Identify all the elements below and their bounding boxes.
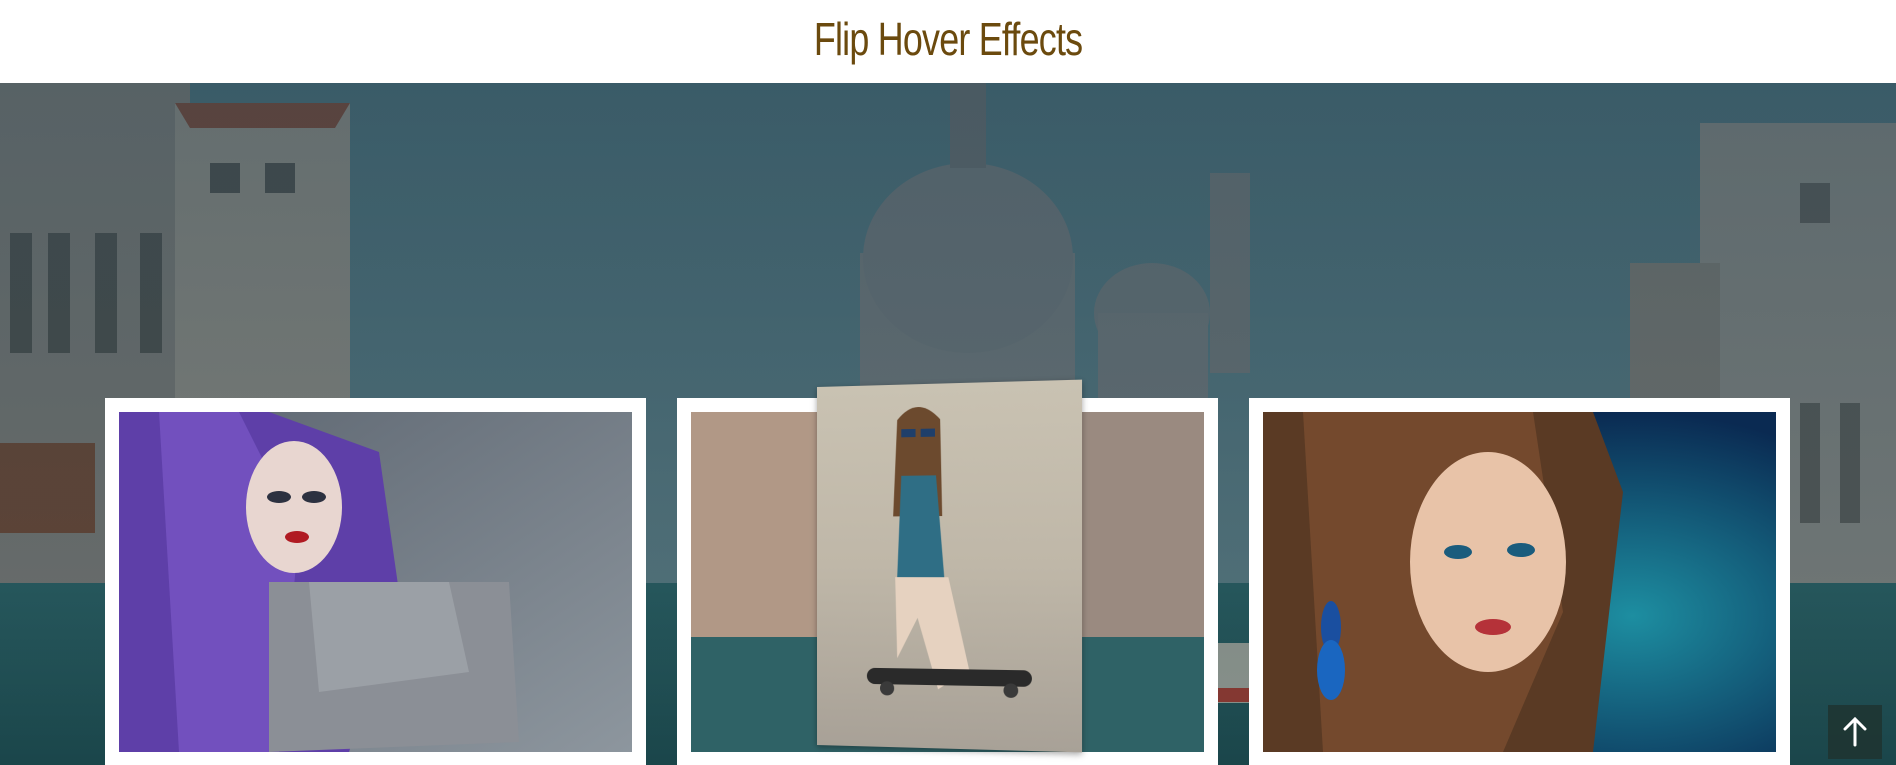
scroll-to-top-button[interactable] [1828,705,1882,759]
blue-earrings-portrait-image [1263,412,1776,752]
skateboard-girl-image [817,379,1083,753]
gallery-card-2[interactable] [677,379,1218,765]
arrow-up-icon [1843,717,1867,747]
purple-hair-portrait-image [119,412,632,752]
hero-section [0,83,1896,765]
gallery-card-3[interactable] [1249,398,1790,765]
gallery-card-1[interactable] [105,398,646,765]
page-title: Flip Hover Effects [813,12,1083,65]
page-header: Flip Hover Effects [0,0,1896,83]
